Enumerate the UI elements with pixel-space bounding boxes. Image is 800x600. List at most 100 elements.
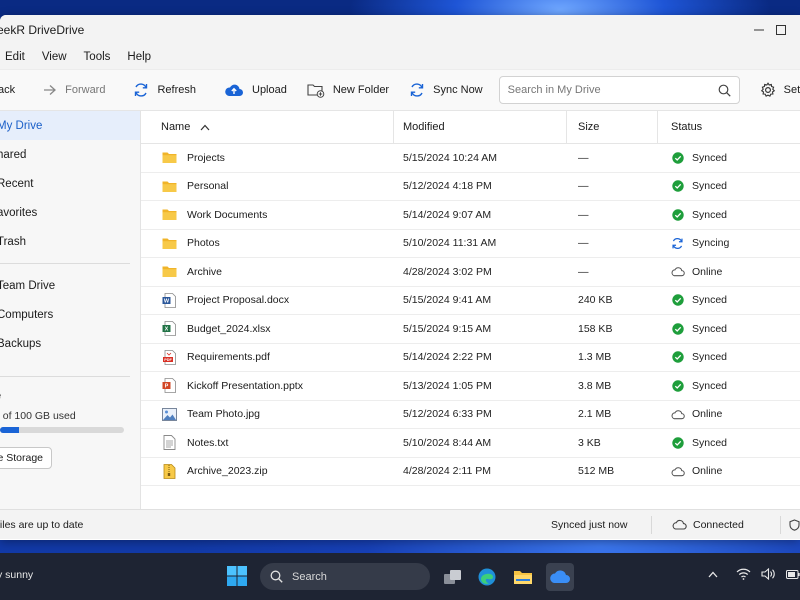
menu-help[interactable]: Help — [127, 51, 161, 63]
menu-edit[interactable]: Edit — [5, 51, 35, 63]
file-modified: 5/15/2024 10:24 AM — [403, 151, 497, 164]
file-name: Team Photo.jpg — [187, 408, 260, 421]
file-row[interactable]: PDF Requirements.pdf 5/14/2024 2:22 PM 1.3 … — [141, 344, 800, 372]
upload-label: Upload — [252, 84, 287, 96]
task-view-button[interactable] — [439, 563, 467, 591]
powerpoint-icon: P — [162, 378, 177, 394]
file-name-cell: Photos — [141, 230, 394, 258]
sidebar-item-avorites[interactable]: avorites — [0, 198, 140, 227]
menu-view[interactable]: View — [42, 51, 77, 63]
file-size: — — [578, 237, 589, 250]
check-circle-icon — [670, 150, 685, 165]
taskbar-search[interactable]: Search — [260, 563, 430, 590]
column-header-modified[interactable]: Modified — [394, 111, 567, 143]
weather-widget[interactable]: y sunny — [0, 569, 33, 581]
sidebar: My Drive hared Recent avorites Trash Team Dr… — [0, 111, 141, 509]
drive-app-button[interactable] — [546, 563, 574, 591]
file-status-cell: Online — [658, 401, 800, 429]
search-icon[interactable] — [718, 84, 731, 97]
back-button[interactable]: ack — [0, 75, 25, 105]
wifi-icon[interactable] — [736, 568, 751, 580]
file-status: Online — [692, 408, 723, 421]
file-row[interactable]: Team Photo.jpg 5/12/2024 6:33 PM 2.1 MB Onl… — [141, 401, 800, 429]
check-circle-icon — [670, 350, 685, 365]
system-tray — [708, 568, 800, 580]
file-status: Synced — [692, 180, 728, 193]
file-status: Synced — [692, 351, 728, 364]
file-status: Synced — [692, 208, 728, 221]
cloud-icon — [550, 570, 570, 583]
file-name: Archive — [187, 265, 223, 278]
upload-button[interactable]: Upload — [214, 75, 297, 105]
sidebar-item-computers[interactable]: Computers — [0, 300, 140, 329]
column-header-size[interactable]: Size — [567, 111, 658, 143]
file-row[interactable]: Work Documents 5/14/2024 9:07 AM — Synced — [141, 201, 800, 230]
battery-icon[interactable] — [786, 569, 800, 579]
file-name-cell: Team Photo.jpg — [141, 401, 394, 429]
sidebar-item-backups[interactable]: Backups — [0, 329, 140, 358]
check-circle-icon — [670, 321, 685, 336]
sidebar-item-label: Recent — [0, 177, 34, 190]
sidebar-item-my-drive[interactable]: My Drive — [0, 111, 140, 140]
file-row[interactable]: Projects 5/15/2024 10:24 AM — Synced — [141, 144, 800, 173]
edge-browser-button[interactable] — [473, 563, 501, 591]
svg-text:PDF: PDF — [164, 358, 172, 362]
folder-icon — [162, 236, 177, 251]
search-input[interactable] — [507, 84, 718, 96]
file-row[interactable]: W Project Proposal.docx 5/15/2024 9:41 AM 2… — [141, 287, 800, 315]
forward-button[interactable]: Forward — [33, 75, 115, 105]
forward-label: Forward — [65, 84, 106, 96]
sidebar-divider — [0, 263, 130, 264]
sidebar-item-label: Trash — [0, 235, 26, 248]
sidebar-item-recent[interactable]: Recent — [0, 169, 140, 198]
file-modified: 5/12/2024 4:18 PM — [403, 180, 492, 193]
file-row[interactable]: Photos 5/10/2024 11:31 AM — Syncing — [141, 230, 800, 258]
settings-button[interactable]: Setti — [750, 75, 800, 105]
new-folder-label: New Folder — [332, 84, 390, 96]
folder-icon — [162, 150, 177, 165]
sidebar-item-team-drive[interactable]: Team Drive — [0, 271, 140, 300]
column-header-name[interactable]: Name — [141, 111, 394, 143]
file-row[interactable]: X Budget_2024.xlsx 5/15/2024 9:15 AM 158 KB… — [141, 315, 800, 344]
file-row[interactable]: Archive_2023.zip 4/28/2024 2:11 PM 512 MB O… — [141, 458, 800, 486]
new-folder-button[interactable]: New Folder — [297, 75, 399, 105]
file-name-cell: Archive — [141, 258, 394, 286]
file-list: Name Modified Size Status Projects 5/15/2… — [141, 111, 800, 509]
svg-text:W: W — [164, 298, 170, 304]
file-status: Synced — [692, 151, 728, 164]
volume-icon[interactable] — [761, 568, 776, 580]
status-divider — [651, 515, 652, 534]
sidebar-item-trash[interactable]: Trash — [0, 227, 140, 256]
upgrade-storage-button[interactable]: ade Storage — [0, 447, 52, 469]
chevron-up-icon[interactable] — [708, 571, 718, 578]
minimize-button[interactable] — [742, 15, 776, 45]
file-row[interactable]: Archive 4/28/2024 3:02 PM — Online — [141, 258, 800, 287]
sync-now-button[interactable]: Sync Now — [399, 75, 493, 105]
file-status-cell: Synced — [658, 173, 800, 201]
syncing-icon — [670, 236, 685, 251]
menu-tools[interactable]: Tools — [84, 51, 121, 63]
sidebar-item-hared[interactable]: hared — [0, 140, 140, 169]
windows-start-icon[interactable] — [226, 565, 248, 587]
column-header-status[interactable]: Status — [658, 111, 800, 143]
storage-panel: e 3 of 100 GB used ade Storage — [0, 384, 140, 469]
file-status: Syncing — [692, 237, 730, 250]
file-size: — — [578, 151, 589, 164]
check-circle-icon — [670, 378, 685, 393]
status-divider — [780, 515, 781, 534]
refresh-button[interactable]: Refresh — [123, 75, 206, 105]
refresh-icon — [135, 83, 148, 97]
last-synced-text: Synced just now — [551, 518, 628, 531]
sidebar-item-label: hared — [0, 148, 27, 161]
word-doc-icon: W — [162, 292, 177, 308]
file-modified: 5/10/2024 8:44 AM — [403, 436, 492, 449]
check-circle-icon — [670, 207, 685, 222]
file-name-cell: W Project Proposal.docx — [141, 287, 394, 315]
file-row[interactable]: Personal 5/12/2024 4:18 PM — Synced — [141, 173, 800, 201]
maximize-button[interactable] — [776, 15, 800, 45]
file-row[interactable]: P Kickoff Presentation.pptx 5/13/2024 1:05… — [141, 372, 800, 401]
file-modified: 4/28/2024 2:11 PM — [403, 465, 491, 478]
main-content: My Drive hared Recent avorites Trash Team Dr… — [0, 111, 800, 509]
file-row[interactable]: Notes.txt 5/10/2024 8:44 AM 3 KB Synced — [141, 429, 800, 458]
file-explorer-button[interactable] — [509, 563, 537, 591]
